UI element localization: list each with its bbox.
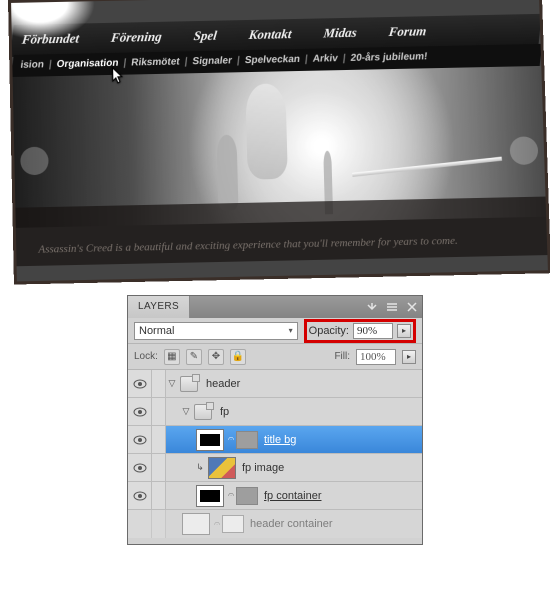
fill-input[interactable]: 100% [356,349,396,365]
close-icon[interactable] [402,296,422,318]
layer-name[interactable]: fp image [238,462,284,474]
visibility-toggle[interactable] [128,510,152,538]
subnav-item[interactable]: Spelveckan [244,54,300,67]
folder-icon [180,376,198,392]
nav-item[interactable]: Spel [193,28,218,45]
subnav-item[interactable]: 20-års jubileum! [350,51,428,65]
lock-paint-icon[interactable]: ✎ [186,349,202,365]
subnav-item[interactable]: Signaler [192,55,233,68]
website-preview: Förbundet Förening Spel Kontakt Midas Fo… [8,0,550,285]
layer-mask-thumb[interactable] [236,487,258,505]
nav-separator: | [184,56,188,68]
visibility-toggle[interactable] [128,426,152,453]
layer-group-fp[interactable]: ▽ fp [128,398,422,426]
blend-mode-select[interactable]: Normal ▾ [134,322,298,340]
blend-opacity-row: Normal ▾ Opacity: 90% ▸ [128,318,422,344]
lock-all-icon[interactable]: 🔒 [230,349,246,365]
nav-separator: | [48,59,52,71]
disclosure-triangle-icon[interactable]: ▽ [180,406,192,417]
nav-item[interactable]: Förbundet [21,31,80,48]
nav-separator: | [304,54,308,66]
fill-label: Fill: [334,351,350,362]
lock-transparent-icon[interactable]: ▦ [164,349,180,365]
layer-name[interactable]: title bg [260,434,296,446]
layer-name[interactable]: header [202,378,240,390]
fill-flyout-button[interactable]: ▸ [402,350,416,364]
panel-menu-icon[interactable] [382,296,402,318]
hero-overlay [15,197,547,267]
nav-item[interactable]: Förening [110,29,162,46]
chevron-down-icon: ▾ [289,326,293,335]
opacity-flyout-button[interactable]: ▸ [397,324,411,338]
nav-item[interactable]: Midas [323,25,358,42]
blend-mode-value: Normal [139,325,174,337]
nav-item[interactable]: Kontakt [248,26,292,43]
layer-mask-thumb[interactable] [236,431,258,449]
lock-fill-row: Lock: ▦ ✎ ✥ 🔒 Fill: 100% ▸ [128,344,422,370]
layer-fp-image[interactable]: ↳ fp image [128,454,422,482]
visibility-toggle[interactable] [128,454,152,481]
lock-label: Lock: [134,351,158,362]
visibility-toggle[interactable] [128,398,152,425]
layer-tree: ▽ header ▽ fp 𝄐 title bg [128,370,422,538]
layer-mask-thumb[interactable] [222,515,244,533]
nav-separator: | [342,53,346,65]
opacity-control-highlight: Opacity: 90% ▸ [304,319,416,343]
layer-name[interactable]: fp container [260,490,321,502]
lock-move-icon[interactable]: ✥ [208,349,224,365]
tab-layers[interactable]: LAYERS [128,296,190,318]
link-icon[interactable]: 𝄐 [226,489,236,502]
opacity-input[interactable]: 90% [353,323,393,339]
link-icon[interactable]: 𝄐 [212,518,222,531]
layer-name[interactable]: fp [216,406,229,418]
layer-thumb[interactable] [196,485,224,507]
layer-name[interactable]: header container [246,518,333,530]
cursor-pointer-icon [112,67,126,85]
subnav-item[interactable]: ision [20,59,45,72]
link-icon[interactable]: 𝄐 [226,433,236,446]
layer-fp-container[interactable]: 𝄐 fp container [128,482,422,510]
subnav-item[interactable]: Riksmötet [130,56,180,69]
layer-header-container[interactable]: 𝄐 header container [128,510,422,538]
layer-group-header[interactable]: ▽ header [128,370,422,398]
folder-icon [194,404,212,420]
visibility-toggle[interactable] [128,370,152,397]
layer-thumb[interactable] [208,457,236,479]
clip-indicator-icon: ↳ [194,462,206,473]
visibility-toggle[interactable] [128,482,152,509]
collapse-icon[interactable] [362,296,382,318]
panel-tabbar: LAYERS [128,296,422,318]
layer-thumb[interactable] [182,513,210,535]
subnav-item[interactable]: Arkiv [312,53,338,66]
layer-thumb[interactable] [196,429,224,451]
disclosure-triangle-icon[interactable]: ▽ [166,378,178,389]
nav-item[interactable]: Forum [388,23,427,40]
layers-panel: LAYERS Normal ▾ Opacity: 90% ▸ Lock: ▦ ✎… [127,295,423,545]
layer-title-bg[interactable]: 𝄐 title bg [128,426,422,454]
subnav-item-active[interactable]: Organisation [56,58,119,71]
nav-separator: | [236,55,240,67]
opacity-label: Opacity: [309,325,349,337]
